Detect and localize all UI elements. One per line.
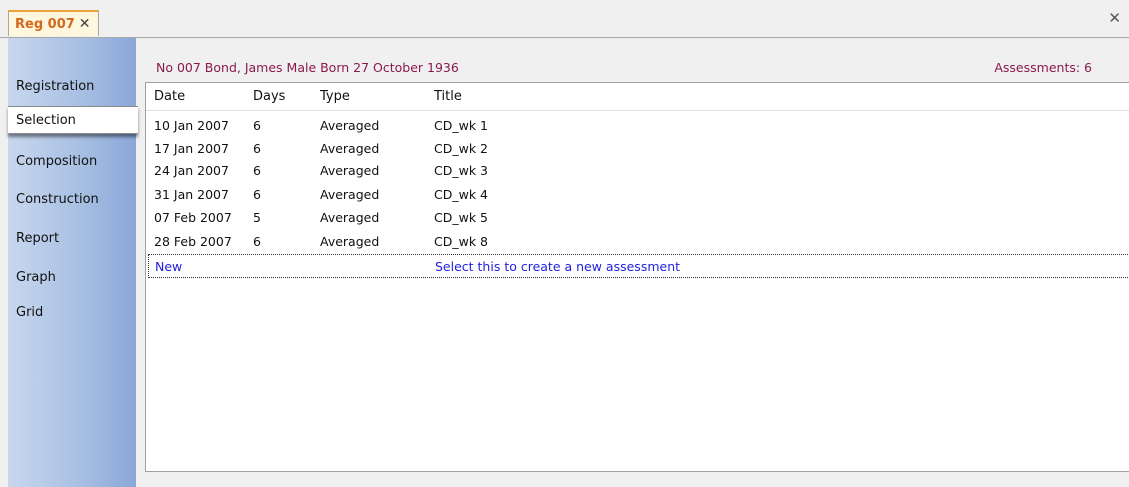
table-row[interactable]: 31 Jan 2007 6 Averaged CD_wk 4 — [146, 183, 1129, 207]
cell-date: 10 Jan 2007 — [154, 118, 229, 133]
table-row[interactable]: 17 Jan 2007 6 Averaged CD_wk 2 — [146, 137, 1129, 161]
cell-title: CD_wk 4 — [434, 187, 488, 202]
cell-date: 28 Feb 2007 — [154, 234, 232, 249]
table-row[interactable]: 07 Feb 2007 5 Averaged CD_wk 5 — [146, 206, 1129, 230]
tab-close-icon[interactable]: ✕ — [79, 17, 91, 31]
sidebar-item-selection[interactable]: Selection — [8, 106, 138, 134]
cell-type: Averaged — [320, 163, 380, 178]
sidebar-item-label: Graph — [16, 269, 56, 285]
cell-days: 6 — [253, 163, 261, 178]
cell-title: CD_wk 3 — [434, 163, 488, 178]
new-assessment-label: New — [155, 259, 183, 274]
sidebar-item-grid[interactable]: Grid — [8, 298, 136, 326]
assessments-count: Assessments: 6 — [994, 60, 1092, 75]
patient-info: No 007 Bond, James Male Born 27 October … — [156, 60, 459, 75]
sidebar-item-label: Selection — [16, 112, 76, 128]
cell-days: 6 — [253, 118, 261, 133]
sidebar-item-registration[interactable]: Registration — [8, 72, 136, 100]
cell-days: 6 — [253, 187, 261, 202]
tab-strip: Reg 007 ✕ ✕ — [0, 0, 1129, 38]
cell-type: Averaged — [320, 234, 380, 249]
sidebar-item-construction[interactable]: Construction — [8, 185, 136, 213]
new-assessment-description: Select this to create a new assessment — [435, 259, 681, 274]
sidebar: Registration Selection Composition Const… — [8, 38, 138, 487]
cell-title: CD_wk 5 — [434, 210, 488, 225]
new-assessment-row[interactable]: New Select this to create a new assessme… — [148, 254, 1129, 278]
close-icon[interactable]: ✕ — [1108, 11, 1121, 26]
column-header-days[interactable]: Days — [253, 89, 285, 104]
cell-days: 6 — [253, 234, 261, 249]
cell-type: Averaged — [320, 141, 380, 156]
tab-reg-007[interactable]: Reg 007 ✕ — [8, 10, 99, 36]
table-row[interactable]: 10 Jan 2007 6 Averaged CD_wk 1 — [146, 114, 1129, 138]
sidebar-item-label: Report — [16, 230, 60, 246]
cell-date: 24 Jan 2007 — [154, 163, 229, 178]
table-row[interactable]: 28 Feb 2007 6 Averaged CD_wk 8 — [146, 230, 1129, 254]
column-header-type[interactable]: Type — [320, 89, 350, 104]
column-header-title[interactable]: Title — [434, 89, 462, 104]
cell-type: Averaged — [320, 210, 380, 225]
cell-title: CD_wk 1 — [434, 118, 488, 133]
cell-days: 6 — [253, 141, 261, 156]
cell-title: CD_wk 2 — [434, 141, 488, 156]
cell-type: Averaged — [320, 118, 380, 133]
sidebar-item-composition[interactable]: Composition — [8, 147, 136, 175]
sidebar-item-label: Registration — [16, 78, 95, 94]
sidebar-item-label: Composition — [16, 153, 98, 169]
patient-header: No 007 Bond, James Male Born 27 October … — [156, 60, 1116, 78]
sidebar-item-report[interactable]: Report — [8, 224, 136, 252]
column-header: Date Days Type Title — [146, 83, 1129, 111]
tab-label: Reg 007 — [15, 16, 75, 32]
column-header-date[interactable]: Date — [154, 89, 185, 104]
sidebar-item-graph[interactable]: Graph — [8, 263, 136, 291]
table-row[interactable]: 24 Jan 2007 6 Averaged CD_wk 3 — [146, 159, 1129, 183]
cell-date: 07 Feb 2007 — [154, 210, 232, 225]
sidebar-item-label: Construction — [16, 191, 99, 207]
cell-type: Averaged — [320, 187, 380, 202]
sidebar-item-label: Grid — [16, 304, 44, 320]
main-panel: No 007 Bond, James Male Born 27 October … — [136, 38, 1129, 487]
assessment-list[interactable]: Date Days Type Title 10 Jan 2007 6 Avera… — [145, 82, 1129, 472]
cell-date: 17 Jan 2007 — [154, 141, 229, 156]
cell-title: CD_wk 8 — [434, 234, 488, 249]
cell-days: 5 — [253, 210, 261, 225]
cell-date: 31 Jan 2007 — [154, 187, 229, 202]
